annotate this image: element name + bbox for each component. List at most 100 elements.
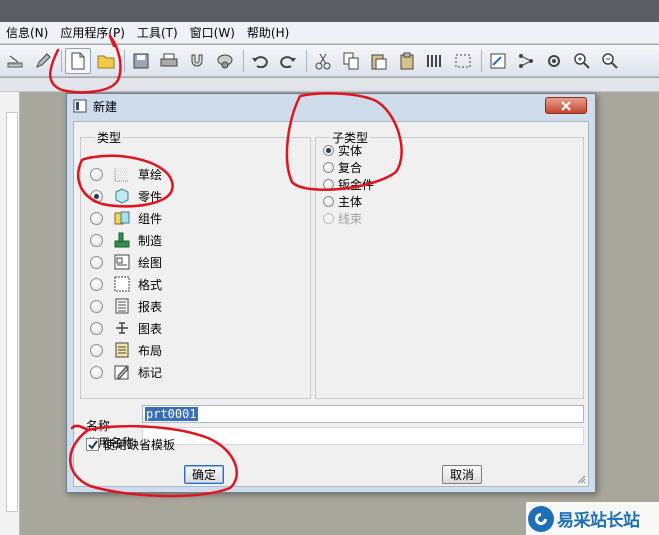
sketch-icon[interactable]: [485, 48, 511, 74]
type-option-radio[interactable]: [90, 189, 103, 203]
select-box-icon[interactable]: [450, 48, 476, 74]
type-option-radio[interactable]: [90, 277, 103, 291]
dialog-window-icon: [72, 98, 88, 114]
type-option-row[interactable]: 报表: [90, 296, 162, 316]
markup-icon: [114, 364, 130, 380]
format-icon: [114, 276, 130, 292]
ok-button[interactable]: 确定: [184, 465, 224, 484]
undo-icon[interactable]: [247, 48, 273, 74]
type-group: 类型 草绘 零件 组件 制造 绘图 格式 报表 图表 布局 标记: [80, 129, 311, 399]
toolbar: [0, 45, 659, 77]
paste-special-icon[interactable]: [394, 48, 420, 74]
paste-icon[interactable]: [366, 48, 392, 74]
subtype-option-radio: [323, 213, 334, 224]
subtype-option-label: 实体: [338, 144, 363, 158]
connect-icon[interactable]: [513, 48, 539, 74]
menu-window[interactable]: 窗口(W): [184, 22, 241, 44]
type-option-label: 零件: [138, 189, 163, 204]
name-input-value: prt0001: [145, 407, 198, 421]
name-label: 名称: [86, 419, 111, 433]
zoom-out-icon[interactable]: [597, 48, 623, 74]
menubar: 信息(N) 应用程序(P) 工具(T) 窗口(W) 帮助(H): [0, 22, 659, 44]
name-input[interactable]: prt0001: [142, 405, 584, 423]
subtype-option-row[interactable]: 钣金件: [323, 176, 374, 193]
dialog-title: 新建: [93, 99, 118, 114]
type-option-label: 制造: [138, 233, 163, 248]
type-option-row[interactable]: 图表: [90, 318, 162, 338]
type-option-row[interactable]: 标记: [90, 362, 162, 382]
menu-info[interactable]: 信息(N): [0, 22, 54, 44]
watermark: 易采站长站: [526, 502, 659, 535]
dialog-client: 类型 草绘 零件 组件 制造 绘图 格式 报表 图表 布局 标记 子类型 实体 复合 钣金件 主体 线束 …: [73, 121, 589, 487]
redo-icon[interactable]: [275, 48, 301, 74]
toolbar-separator: [243, 49, 244, 72]
watermark-text: 易采站长站: [557, 511, 640, 531]
toolbar-separator: [481, 49, 482, 72]
type-option-radio[interactable]: [90, 233, 103, 247]
save-icon[interactable]: [128, 48, 154, 74]
common-name-input[interactable]: [142, 427, 584, 445]
report-icon: [114, 298, 130, 314]
type-option-row[interactable]: 制造: [90, 230, 162, 250]
subtype-option-radio[interactable]: [323, 179, 334, 190]
close-button[interactable]: [545, 97, 587, 114]
copy-icon[interactable]: [338, 48, 364, 74]
scissors-icon[interactable]: [310, 48, 336, 74]
type-option-radio[interactable]: [90, 167, 103, 181]
new-dialog: 新建 类型 草绘 零件 组件 制造 绘图 格式 报表 图表 布局 标记 子类型 实体 复合 钣金件 主体…: [66, 93, 596, 493]
zoom-in-icon[interactable]: [569, 48, 595, 74]
dialog-titlebar[interactable]: 新建: [67, 94, 595, 118]
subtype-option-row[interactable]: 主体: [323, 193, 362, 210]
type-option-label: 标记: [138, 365, 163, 380]
type-option-radio[interactable]: [90, 299, 103, 313]
type-option-label: 绘图: [138, 255, 163, 270]
type-option-radio[interactable]: [90, 365, 103, 379]
type-option-row[interactable]: 绘图: [90, 252, 162, 272]
type-option-radio[interactable]: [90, 255, 103, 269]
type-option-radio[interactable]: [90, 343, 103, 357]
subtype-option-radio[interactable]: [323, 145, 334, 156]
magnet-icon[interactable]: [184, 48, 210, 74]
subtype-option-radio[interactable]: [323, 162, 334, 173]
type-option-row[interactable]: 布局: [90, 340, 162, 360]
sketch-icon: [114, 166, 130, 182]
disk-icon[interactable]: [212, 48, 238, 74]
type-option-row[interactable]: 草绘: [90, 164, 162, 184]
checkmark-icon: [87, 439, 98, 450]
resize-grip-icon[interactable]: [576, 474, 586, 484]
subtype-option-row[interactable]: 实体: [323, 142, 362, 159]
ruler-icon[interactable]: [2, 48, 28, 74]
subtype-option-row: 线束: [323, 210, 362, 227]
type-option-radio[interactable]: [90, 211, 103, 225]
print-icon[interactable]: [156, 48, 182, 74]
use-default-template-checkbox[interactable]: [86, 438, 99, 451]
subtype-option-label: 复合: [338, 161, 363, 175]
type-option-label: 布局: [138, 343, 163, 358]
model-tree-area: [6, 112, 18, 512]
type-option-label: 图表: [138, 321, 163, 336]
menu-tools[interactable]: 工具(T): [131, 22, 184, 44]
subtype-option-label: 线束: [338, 212, 363, 226]
open-folder-icon[interactable]: [93, 48, 119, 74]
type-option-label: 格式: [138, 277, 163, 292]
cancel-button[interactable]: 取消: [442, 465, 482, 484]
type-option-label: 组件: [138, 211, 163, 226]
part-icon: [114, 188, 130, 204]
layout-icon: [114, 342, 130, 358]
use-default-template-row[interactable]: 使用缺省模板: [86, 436, 175, 453]
subtype-option-label: 主体: [338, 195, 363, 209]
subtype-option-row[interactable]: 复合: [323, 159, 362, 176]
type-option-row[interactable]: 格式: [90, 274, 162, 294]
subtype-option-radio[interactable]: [323, 196, 334, 207]
menu-help[interactable]: 帮助(H): [241, 22, 295, 44]
type-option-row[interactable]: 零件: [90, 186, 162, 206]
menu-applications[interactable]: 应用程序(P): [54, 22, 131, 44]
type-option-radio[interactable]: [90, 321, 103, 335]
toolbar-separator: [61, 49, 62, 72]
type-option-row[interactable]: 组件: [90, 208, 162, 228]
settings-icon[interactable]: [541, 48, 567, 74]
subtype-option-label: 钣金件: [338, 178, 375, 192]
pen-icon[interactable]: [30, 48, 56, 74]
new-file-icon[interactable]: [65, 47, 91, 74]
layers-icon[interactable]: [422, 48, 448, 74]
